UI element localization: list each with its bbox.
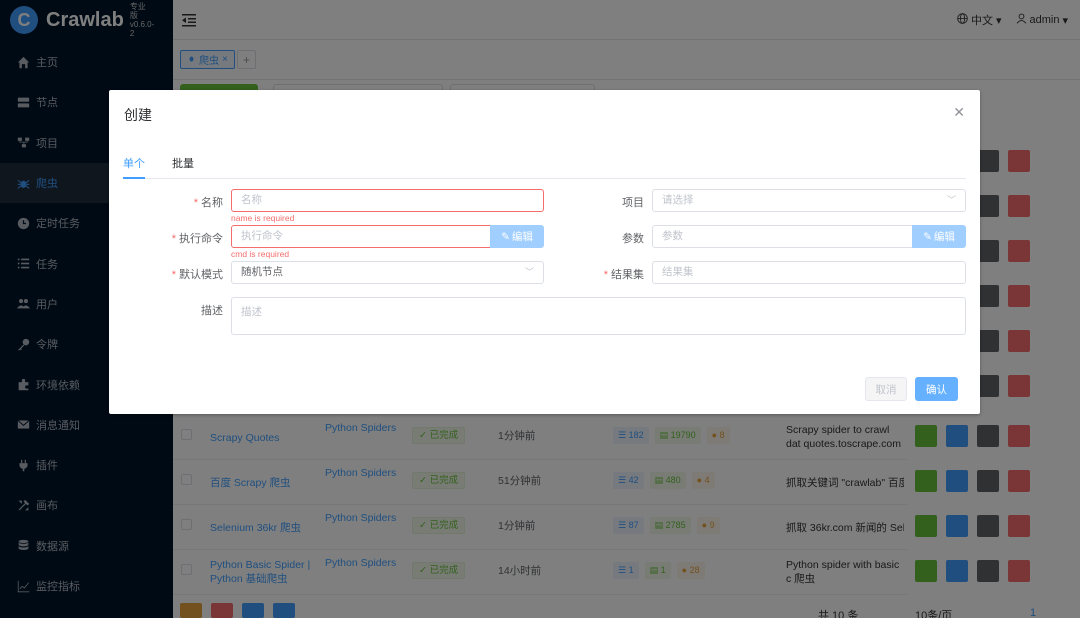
dialog-tabs: 单个 批量 bbox=[123, 158, 966, 179]
dialog-title: 创建 bbox=[124, 107, 152, 123]
param-label: 参数 bbox=[622, 233, 644, 245]
cmd-input[interactable]: 执行命令 bbox=[231, 225, 491, 248]
desc-textarea[interactable]: 描述 bbox=[231, 297, 966, 335]
create-spider-dialog: 创建 ✕ 单个 批量 * 名称 名称 name is required * 执行命令… bbox=[109, 90, 980, 414]
cmd-error: cmd is required bbox=[231, 249, 290, 259]
mode-select[interactable]: 随机节点 ﹀ bbox=[231, 261, 544, 284]
project-select[interactable]: 请选择 ﹀ bbox=[652, 189, 966, 212]
project-label: 项目 bbox=[622, 197, 644, 209]
param-edit-button[interactable]: ✎ 编辑 bbox=[912, 225, 966, 248]
desc-label: 描述 bbox=[201, 305, 223, 317]
name-error: name is required bbox=[231, 213, 295, 223]
col-label: * 结果集 bbox=[603, 269, 644, 281]
cmd-edit-button[interactable]: ✎ 编辑 bbox=[490, 225, 544, 248]
cancel-button[interactable]: 取消 bbox=[865, 377, 907, 401]
col-input[interactable]: 结果集 bbox=[652, 261, 966, 284]
edit-icon: ✎ bbox=[923, 230, 932, 243]
confirm-button[interactable]: 确认 bbox=[915, 377, 958, 401]
cmd-label: * 执行命令 bbox=[171, 233, 223, 245]
mode-label: * 默认模式 bbox=[171, 269, 223, 281]
chevron-down-icon: ﹀ bbox=[524, 267, 534, 277]
name-label: * 名称 bbox=[193, 197, 223, 209]
edit-icon: ✎ bbox=[501, 230, 510, 243]
param-input[interactable]: 参数 bbox=[652, 225, 913, 248]
name-input[interactable]: 名称 bbox=[231, 189, 544, 212]
tab-single[interactable]: 单个 bbox=[123, 158, 145, 179]
chevron-down-icon: ﹀ bbox=[946, 195, 956, 205]
close-icon[interactable]: ✕ bbox=[953, 104, 965, 121]
tab-batch[interactable]: 批量 bbox=[172, 158, 194, 179]
